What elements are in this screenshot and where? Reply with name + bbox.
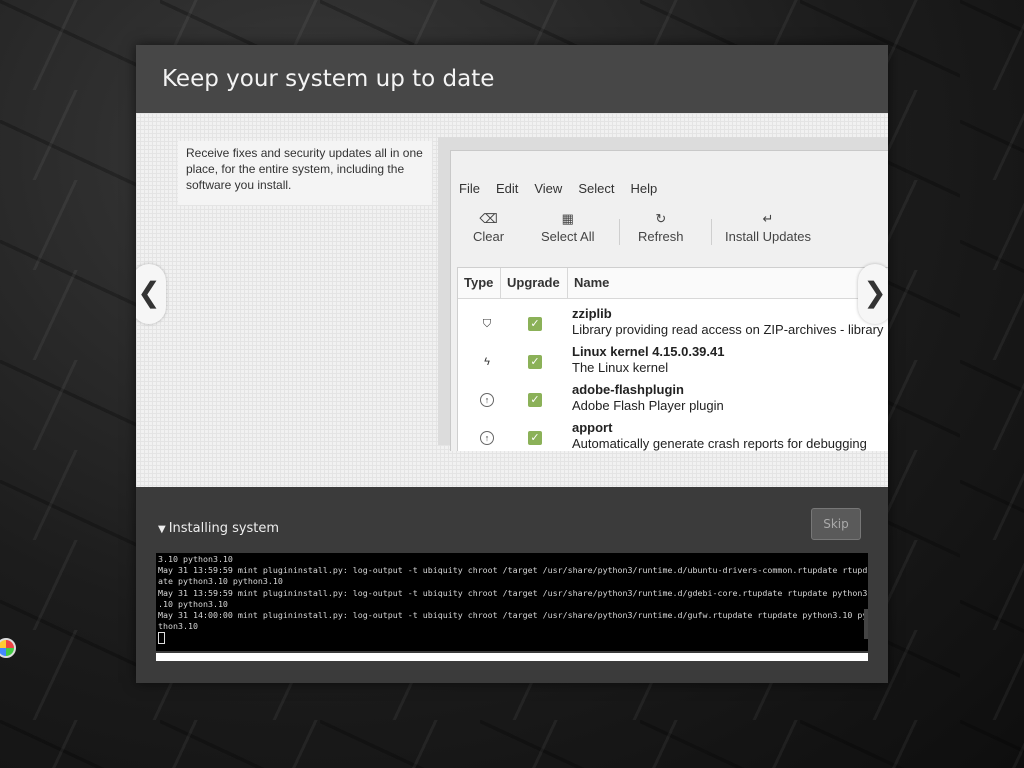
column-name: Name	[574, 275, 610, 290]
toolbar: ⌫ Clear ▦ Select All ↻ Refresh ↵ Install…	[451, 209, 888, 255]
select-all-button: ▦ Select All	[541, 209, 594, 244]
log-line: May 31 13:59:59 mint plugininstall.py: l…	[158, 587, 868, 598]
progress-section: ▼ Installing system Skip 3.10 python3.10 …	[136, 487, 888, 683]
install-updates-label: Install Updates	[725, 229, 811, 244]
table-row: ϟ ✓ Linux kernel 4.15.0.39.41 The Linux …	[458, 342, 888, 380]
refresh-button: ↻ Refresh	[638, 209, 684, 244]
package-name: adobe-flashplugin	[572, 382, 684, 397]
slideshow: Receive fixes and security updates all i…	[136, 113, 888, 487]
log-line: .10 python3.10	[158, 598, 228, 609]
installer-window: Keep your system up to date Receive fixe…	[136, 45, 888, 683]
table-row: ↑ ✓ adobe-flashplugin Adobe Flash Player…	[458, 380, 888, 418]
refresh-label: Refresh	[638, 229, 684, 244]
column-upgrade: Upgrade	[501, 268, 568, 298]
skip-button[interactable]: Skip	[811, 508, 861, 540]
log-line: thon3.10	[158, 621, 198, 632]
expander-label: Installing system	[168, 521, 280, 536]
install-updates-button: ↵ Install Updates	[725, 209, 811, 244]
kernel-bolt-icon: ϟ	[484, 356, 490, 368]
package-name: apport	[572, 420, 613, 435]
log-scrollbar[interactable]	[864, 609, 868, 639]
table-header: Type Upgrade Name	[458, 268, 888, 299]
page-title: Keep your system up to date	[136, 45, 888, 113]
package-description: Library providing read access on ZIP-arc…	[572, 322, 884, 337]
log-cursor-line	[158, 632, 866, 645]
package-description: Adobe Flash Player plugin	[572, 398, 724, 413]
upgrade-arrow-icon: ↑	[480, 393, 494, 407]
installing-system-expander[interactable]: ▼ Installing system	[158, 521, 279, 536]
package-description: Automatically generate crash reports for…	[572, 436, 867, 451]
toolbar-separator	[619, 219, 620, 245]
install-log[interactable]: 3.10 python3.10 May 31 13:59:59 mint plu…	[156, 553, 868, 651]
package-name: zziplib	[572, 306, 612, 321]
next-slide-button[interactable]: ❯	[858, 264, 888, 324]
package-description: The Linux kernel	[572, 360, 669, 375]
log-line: ate python3.10 python3.10	[158, 576, 283, 587]
column-type: Type	[458, 268, 501, 298]
checkbox-checked-icon: ✓	[528, 317, 542, 331]
table-row: ↑ ✓ apport Automatically generate crash …	[458, 418, 888, 451]
log-line: May 31 14:00:00 mint plugininstall.py: l…	[158, 610, 868, 621]
clear-button: ⌫ Clear	[473, 209, 504, 244]
menu-help: Help	[630, 181, 658, 196]
log-line: May 31 13:59:59 mint plugininstall.py: l…	[158, 565, 868, 576]
backspace-icon: ⌫	[479, 211, 498, 226]
menubar: File Edit View Select Help	[451, 181, 665, 201]
menu-select: Select	[578, 181, 615, 196]
previous-slide-button[interactable]: ❮	[136, 264, 166, 324]
menu-view: View	[534, 181, 563, 196]
checkbox-checked-icon: ✓	[528, 393, 542, 407]
toolbar-separator	[711, 219, 712, 245]
package-name: Linux kernel 4.15.0.39.41	[572, 344, 725, 359]
slide-description: Receive fixes and security updates all i…	[178, 141, 432, 205]
update-manager-screenshot: File Edit View Select Help ⌫ Clear ▦ Sel…	[450, 150, 888, 451]
checkbox-checked-icon: ✓	[528, 355, 542, 369]
clear-label: Clear	[473, 229, 505, 244]
progress-fill	[156, 653, 868, 661]
enter-icon: ↵	[762, 211, 774, 226]
install-progress-bar	[156, 653, 868, 661]
menu-file: File	[459, 181, 480, 196]
menu-edit: Edit	[495, 181, 519, 196]
expander-triangle-icon: ▼	[158, 524, 166, 535]
table-row: ⛉ ✓ zziplib Library providing read acces…	[458, 304, 888, 342]
select-all-icon: ▦	[561, 211, 574, 226]
log-line: 3.10 python3.10	[158, 554, 233, 564]
terminal-cursor	[158, 632, 165, 645]
select-all-label: Select All	[541, 229, 595, 244]
checkbox-checked-icon: ✓	[528, 431, 542, 445]
upgrade-arrow-icon: ↑	[480, 431, 494, 445]
refresh-icon: ↻	[655, 211, 667, 226]
updates-table: Type Upgrade Name ⛉ ✓ zziplib Library pr…	[457, 267, 888, 451]
shield-icon: ⛉	[482, 318, 492, 330]
